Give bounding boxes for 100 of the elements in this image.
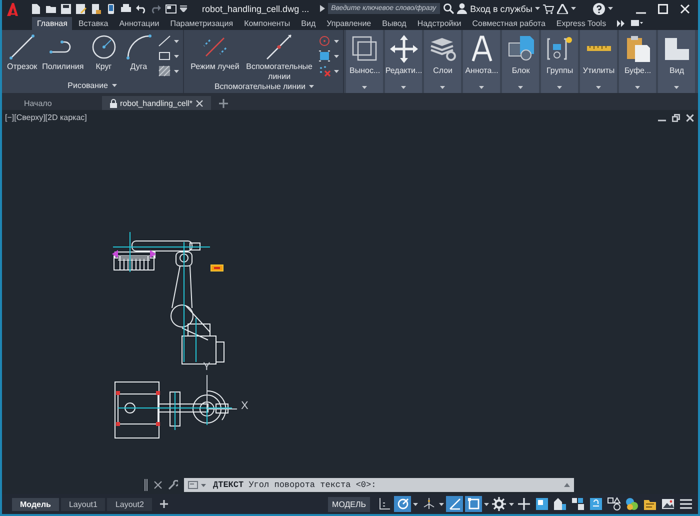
caret-icon[interactable] (440, 86, 446, 89)
ribbon-tab[interactable]: Параметризация (165, 17, 238, 30)
new-file-icon[interactable] (30, 2, 42, 14)
grid-points-icon[interactable] (318, 50, 332, 62)
status-toggle-button[interactable] (446, 496, 463, 512)
caret-icon[interactable] (413, 502, 418, 506)
chevron-right-icon[interactable] (320, 5, 326, 12)
ribbon-tab[interactable]: Надстройки (412, 17, 466, 30)
double-chevron-icon[interactable] (617, 20, 626, 27)
object-colors-icon[interactable] (625, 497, 639, 511)
gear-icon[interactable] (492, 497, 506, 511)
collapsed-panel-button[interactable]: Группы (541, 30, 578, 93)
caret-icon[interactable] (334, 70, 340, 72)
rectangle-icon[interactable] (158, 50, 171, 62)
viewport-layout-icon[interactable] (535, 497, 549, 511)
collapsed-panel-button[interactable]: Вид (658, 30, 696, 93)
panel-title-button[interactable]: Вспомогательные линии (190, 82, 340, 91)
undo-icon[interactable] (135, 2, 147, 14)
ribbon-tool-button[interactable]: Круг (88, 32, 120, 72)
caret-icon[interactable] (674, 86, 680, 89)
status-toggle-button[interactable] (465, 496, 482, 512)
picture-icon[interactable] (661, 497, 675, 511)
caret-icon[interactable] (174, 40, 179, 42)
ribbon-tab[interactable]: Express Tools (551, 17, 612, 30)
caret-icon[interactable] (608, 7, 614, 10)
collapsed-panel-button[interactable]: Слои (424, 30, 462, 93)
document-icon[interactable] (90, 2, 102, 14)
caret-icon[interactable] (535, 7, 540, 10)
panel-title-button[interactable]: Рисование (6, 80, 179, 91)
layout-tab[interactable]: Модель (12, 498, 59, 510)
collapsed-panel-button[interactable]: Вынос... (346, 30, 384, 93)
add-layout-icon[interactable] (160, 500, 168, 508)
customize-icon[interactable] (180, 5, 187, 12)
caret-icon[interactable] (484, 502, 489, 506)
ribbon-tool-button[interactable]: Режим лучей (190, 32, 240, 72)
restore-icon[interactable] (672, 114, 680, 122)
cart-icon[interactable] (543, 4, 554, 14)
phone-icon[interactable] (105, 2, 117, 14)
file-tab[interactable]: Начало (16, 96, 100, 110)
wrench-icon[interactable] (168, 480, 178, 490)
points-delete-icon[interactable] (318, 65, 332, 77)
print-icon[interactable] (120, 2, 132, 14)
command-history-icon[interactable] (188, 481, 198, 489)
ribbon-tab[interactable]: Управление (322, 17, 376, 30)
collapsed-panel-button[interactable]: Утилиты (580, 30, 618, 93)
viewport-controls-label[interactable]: [−][Сверху][2D каркас] (5, 113, 87, 122)
caret-icon[interactable] (309, 85, 314, 88)
search-icon[interactable] (443, 3, 454, 14)
app-logo-icon[interactable] (5, 2, 19, 16)
layout-tab[interactable]: Layout1 (60, 498, 106, 510)
layout-tab[interactable]: Layout2 (107, 498, 152, 510)
save-as-icon[interactable] (75, 2, 87, 14)
ribbon-tab[interactable]: Главная (32, 17, 72, 30)
caret-icon[interactable] (362, 86, 368, 89)
model-space-button[interactable]: МОДЕЛЬ (328, 496, 370, 512)
close-icon[interactable] (686, 114, 694, 122)
triangle-logo-icon[interactable] (557, 4, 568, 14)
add-tab-icon[interactable] (218, 98, 228, 108)
caret-icon[interactable] (334, 54, 340, 58)
help-icon[interactable] (593, 2, 606, 14)
caret-icon[interactable] (479, 86, 484, 89)
ribbon-tab[interactable]: Вставка (73, 17, 114, 30)
workspace-icon[interactable] (165, 2, 177, 14)
panel-toggle-icon[interactable] (631, 20, 644, 27)
menu-icon[interactable] (679, 497, 693, 511)
caret-icon[interactable] (509, 502, 514, 506)
ribbon-tab[interactable]: Вывод (377, 17, 412, 30)
caret-icon[interactable] (596, 86, 602, 89)
caret-icon[interactable] (557, 86, 562, 89)
caret-icon[interactable] (401, 86, 406, 89)
command-line-field[interactable]: ДТЕКСТ Угол поворота текста <0>: (184, 478, 574, 492)
caret-icon[interactable] (635, 86, 640, 89)
expand-icon[interactable] (564, 483, 570, 487)
ribbon-tab[interactable]: Компоненты (239, 17, 296, 30)
ribbon-tab[interactable]: Совместная работа (467, 17, 550, 30)
ribbon-tab[interactable]: Вид (296, 17, 321, 30)
caret-icon[interactable] (174, 54, 179, 58)
caret-icon[interactable] (112, 84, 117, 87)
sign-in-menu[interactable]: Вход в службы (470, 4, 532, 14)
ribbon-tool-button[interactable]: Вспомогательные линии (243, 32, 316, 82)
collapsed-panel-button[interactable]: Редакти... (385, 30, 422, 93)
ribbon-tool-button[interactable]: Дуга (122, 32, 155, 72)
collapsed-panel-button[interactable]: Блок (502, 30, 540, 93)
ribbon-tool-button[interactable]: Отрезок (6, 32, 38, 72)
shapes-icon[interactable] (607, 497, 621, 511)
status-toggle-button[interactable] (394, 496, 411, 512)
plus-icon[interactable] (517, 497, 531, 511)
grip-icon[interactable] (144, 479, 148, 491)
ribbon-tool-button[interactable]: Полилиния (41, 32, 85, 72)
hatch-icon[interactable] (158, 65, 171, 77)
caret-icon[interactable] (439, 502, 444, 506)
maximize-icon[interactable] (658, 4, 668, 14)
collapsed-panel-button[interactable]: Буфе... (619, 30, 656, 93)
file-tab[interactable]: robot_handling_cell* (102, 96, 210, 110)
caret-icon[interactable] (174, 70, 179, 72)
caret-icon[interactable] (571, 7, 576, 10)
line-icon[interactable] (158, 35, 171, 47)
collapsed-panel-button[interactable]: Аннота... (463, 30, 500, 93)
caret-icon[interactable] (518, 86, 524, 89)
close-icon[interactable] (154, 481, 162, 489)
